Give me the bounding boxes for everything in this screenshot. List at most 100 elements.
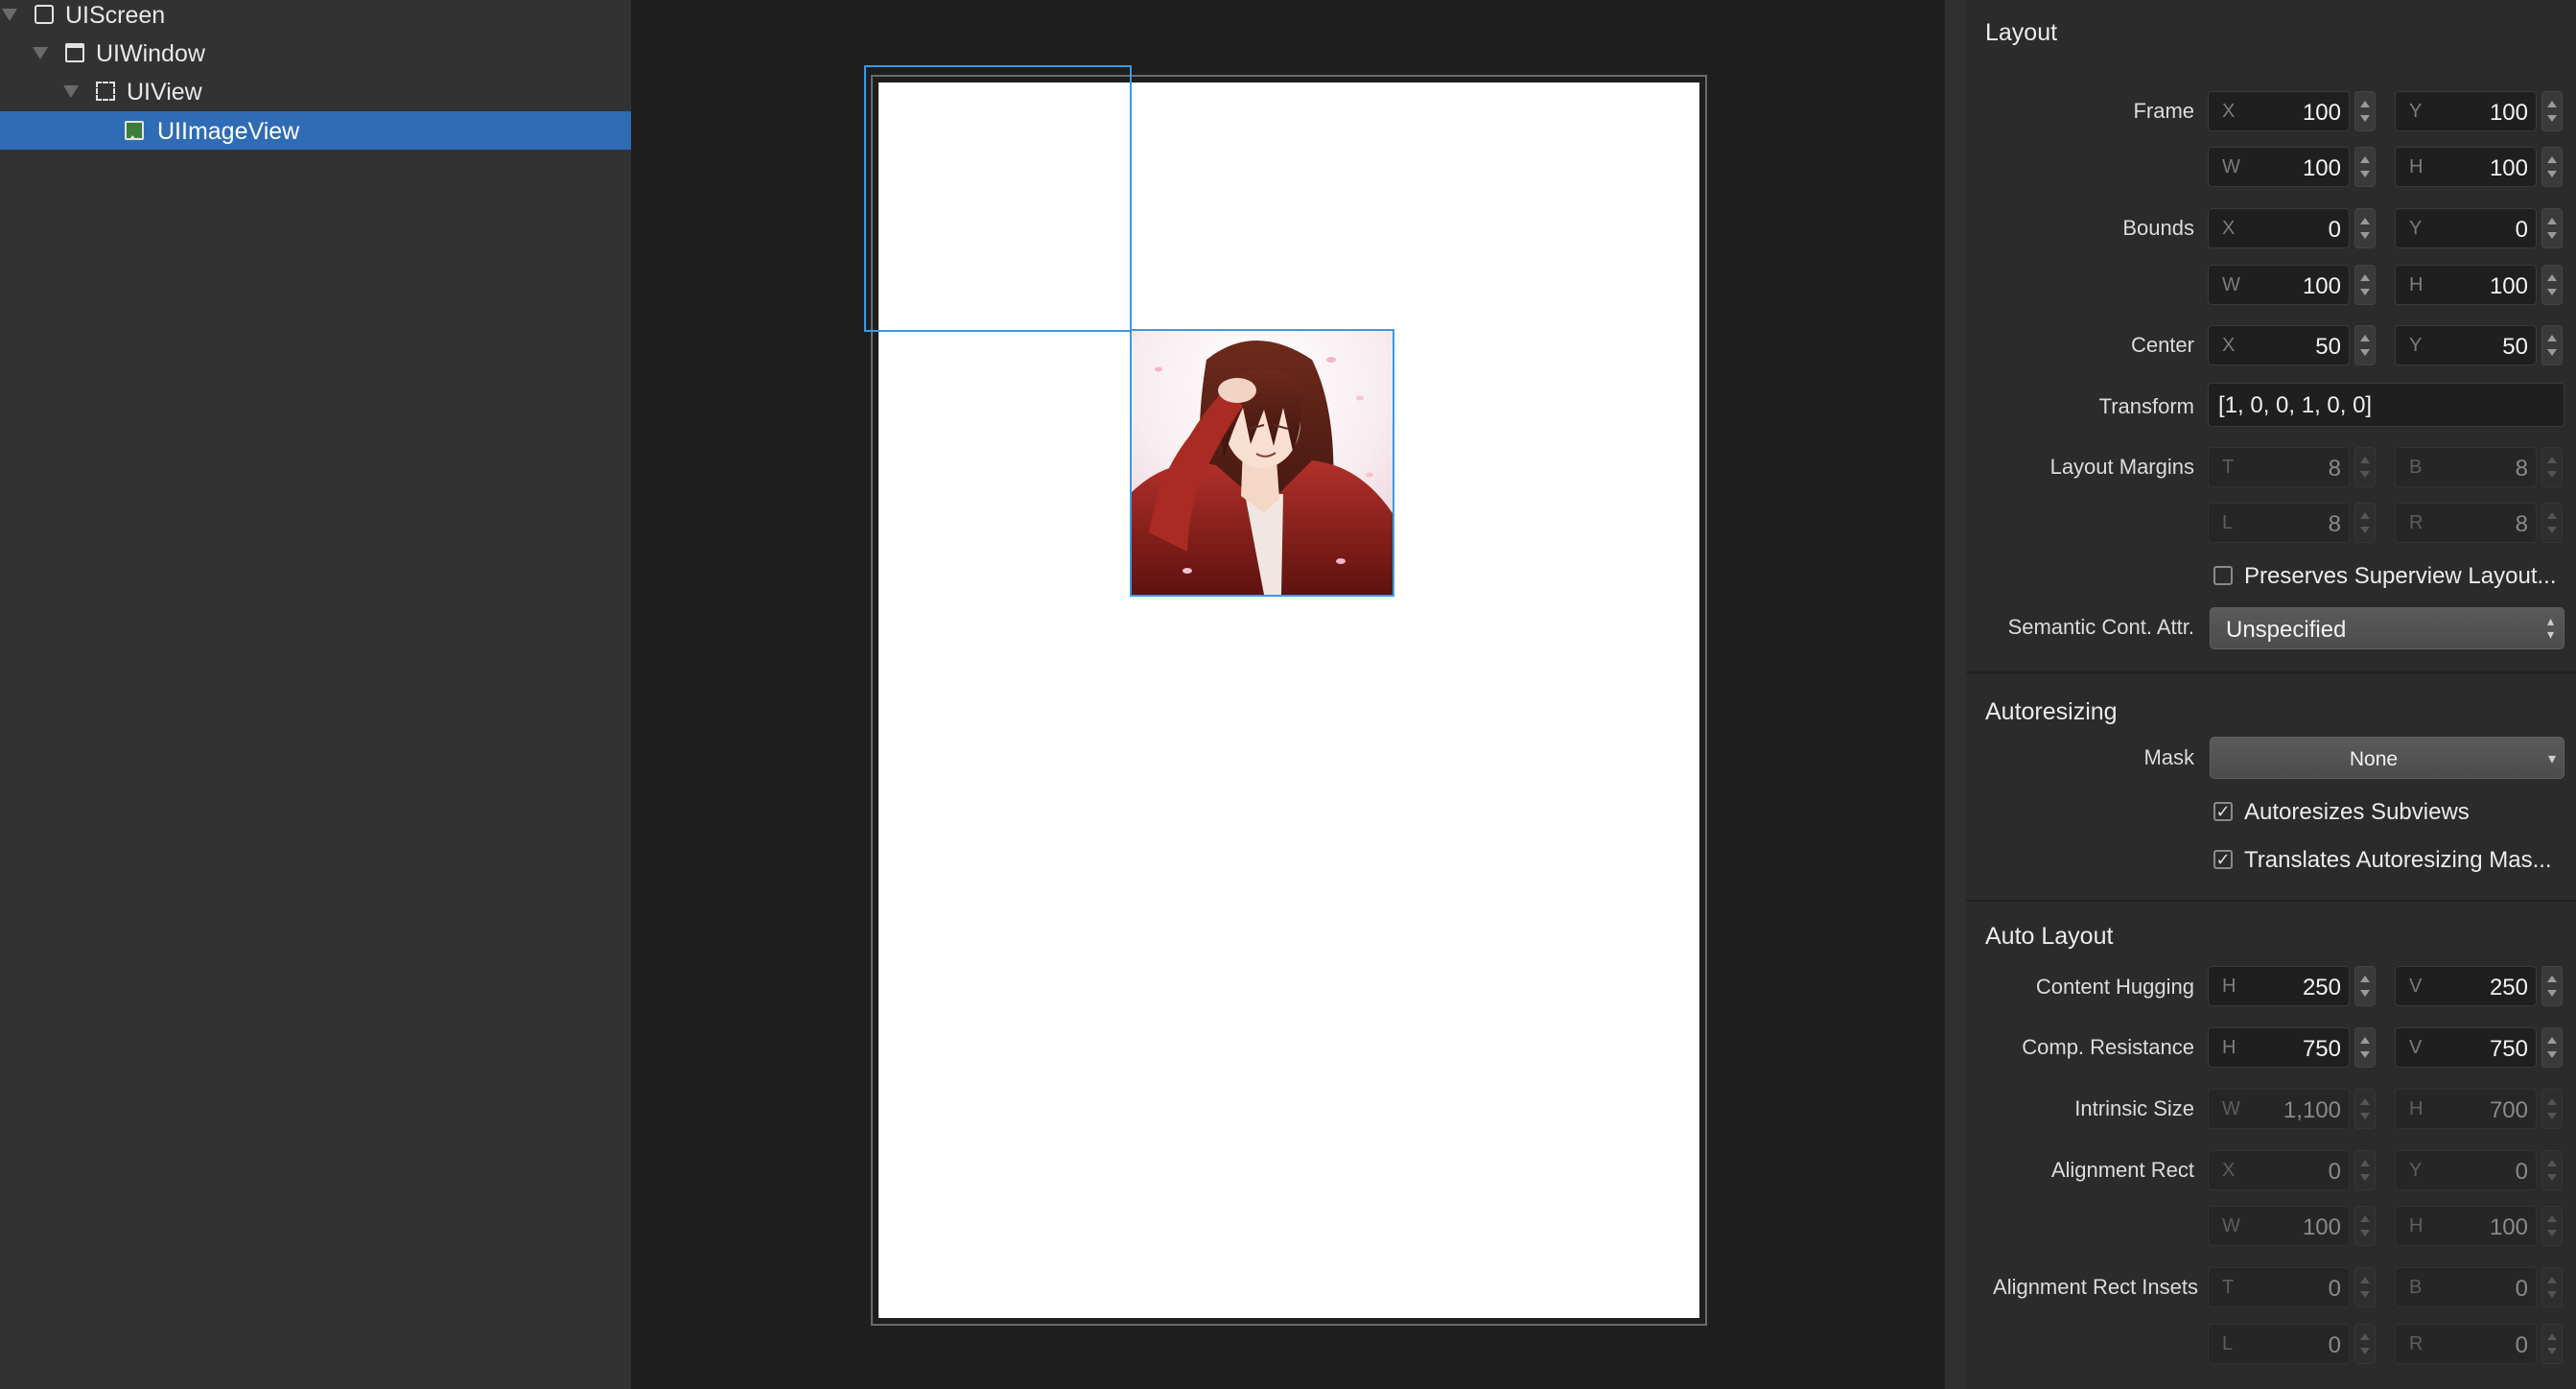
- center-label: Center: [2130, 333, 2194, 357]
- bounds-h-field[interactable]: H 100: [2395, 265, 2537, 305]
- inset-right-field: R0: [2395, 1324, 2537, 1364]
- autoresizes-subviews-checkbox[interactable]: ✓: [2213, 802, 2233, 821]
- mask-popup[interactable]: None ▾: [2210, 737, 2564, 779]
- image-view-icon: [125, 121, 144, 140]
- field-value: 50: [2502, 334, 2528, 360]
- field-value: 250: [2489, 975, 2528, 1001]
- image-view-outline[interactable]: [1130, 329, 1394, 597]
- field-tag: X: [2222, 218, 2236, 239]
- autoresizes-subviews-label: Autoresizes Subviews: [2244, 799, 2470, 825]
- disclosure-triangle-icon[interactable]: [2, 9, 17, 21]
- field-tag: H: [2409, 156, 2424, 177]
- resistance-v-field[interactable]: V 750: [2395, 1027, 2537, 1068]
- inset-bottom-field: B0: [2395, 1267, 2537, 1307]
- bounds-h-stepper[interactable]: [2541, 265, 2563, 305]
- field-value: 100: [2489, 273, 2528, 299]
- inset-left-stepper: [2354, 1324, 2376, 1364]
- field-value: 100: [2302, 273, 2341, 299]
- tree-item-uiimageview[interactable]: UIImageView: [0, 111, 631, 150]
- tree-item-label: UIImageView: [157, 118, 300, 145]
- semantic-content-value: Unspecified: [2226, 617, 2347, 643]
- frame-h-field[interactable]: H 100: [2395, 147, 2537, 187]
- field-value: 0: [2515, 1159, 2528, 1185]
- transform-field[interactable]: [1, 0, 0, 1, 0, 0]: [2208, 383, 2564, 427]
- bounds-x-stepper[interactable]: [2354, 208, 2376, 248]
- frame-x-field[interactable]: X 100: [2208, 91, 2350, 131]
- semantic-content-label: Semantic Cont. Attr.: [2007, 615, 2194, 639]
- tree-item-uiview[interactable]: UIView: [0, 72, 631, 110]
- intrinsic-h-stepper: [2541, 1089, 2563, 1129]
- hugging-h-stepper[interactable]: [2354, 966, 2376, 1006]
- alignment-rect-label: Alignment Rect: [2050, 1158, 2194, 1182]
- view-outline[interactable]: [864, 65, 1132, 332]
- alignment-x-field: X0: [2208, 1150, 2350, 1190]
- field-tag: W: [2222, 156, 2240, 177]
- resistance-h-stepper[interactable]: [2354, 1027, 2376, 1068]
- hugging-v-stepper[interactable]: [2541, 966, 2563, 1006]
- disclosure-triangle-icon[interactable]: [63, 85, 79, 98]
- design-canvas[interactable]: [631, 0, 1945, 1389]
- bounds-label: Bounds: [2122, 216, 2194, 240]
- section-divider: [1966, 671, 2576, 673]
- resistance-h-field[interactable]: H 750: [2208, 1027, 2350, 1068]
- frame-y-field[interactable]: Y 100: [2395, 91, 2537, 131]
- hugging-v-field[interactable]: V 250: [2395, 966, 2537, 1006]
- field-tag: Y: [2409, 335, 2423, 356]
- frame-y-stepper[interactable]: [2541, 91, 2563, 131]
- field-tag: T: [2222, 1277, 2235, 1298]
- field-tag: R: [2409, 512, 2424, 533]
- inset-top-stepper: [2354, 1267, 2376, 1307]
- section-divider: [1966, 900, 2576, 902]
- bounds-x-field[interactable]: X0: [2208, 208, 2350, 248]
- field-tag: V: [2409, 976, 2423, 997]
- intrinsic-w-field: W 1,100: [2208, 1089, 2350, 1129]
- field-value: 750: [2302, 1036, 2341, 1062]
- field-tag: X: [2222, 1160, 2236, 1181]
- field-value: 0: [2328, 1159, 2341, 1185]
- field-value: 8: [2328, 456, 2341, 482]
- frame-x-stepper[interactable]: [2354, 91, 2376, 131]
- field-tag: R: [2409, 1333, 2424, 1354]
- alignment-w-field: W 100: [2208, 1206, 2350, 1246]
- field-value: 0: [2515, 1276, 2528, 1302]
- center-y-stepper[interactable]: [2541, 325, 2563, 365]
- center-x-stepper[interactable]: [2354, 325, 2376, 365]
- margin-left-field: L8: [2208, 503, 2350, 543]
- translates-autoresizing-checkbox[interactable]: ✓: [2213, 850, 2233, 869]
- hugging-h-field[interactable]: H 250: [2208, 966, 2350, 1006]
- field-tag: X: [2222, 335, 2236, 356]
- center-y-field[interactable]: Y 50: [2395, 325, 2537, 365]
- tree-item-uiwindow[interactable]: UIWindow: [0, 34, 631, 72]
- section-title-layout: Layout: [1985, 19, 2058, 46]
- field-value: 0: [2328, 1332, 2341, 1358]
- disclosure-triangle-icon[interactable]: [33, 47, 48, 59]
- frame-w-field[interactable]: W 100: [2208, 147, 2350, 187]
- frame-h-stepper[interactable]: [2541, 147, 2563, 187]
- field-value: 0: [2515, 217, 2528, 243]
- mask-value: None: [2349, 748, 2399, 770]
- bounds-w-field[interactable]: W 100: [2208, 265, 2350, 305]
- layout-margins-label: Layout Margins: [2049, 455, 2194, 479]
- bounds-y-stepper[interactable]: [2541, 208, 2563, 248]
- alignment-y-stepper: [2541, 1150, 2563, 1190]
- field-value: 8: [2515, 456, 2528, 482]
- resistance-v-stepper[interactable]: [2541, 1027, 2563, 1068]
- field-tag: B: [2409, 457, 2423, 478]
- center-x-field[interactable]: X 50: [2208, 325, 2350, 365]
- inset-left-field: L0: [2208, 1324, 2350, 1364]
- frame-w-stepper[interactable]: [2354, 147, 2376, 187]
- bounds-w-stepper[interactable]: [2354, 265, 2376, 305]
- tree-item-uiscreen[interactable]: UIScreen: [0, 0, 631, 34]
- preserves-superview-checkbox[interactable]: [2213, 566, 2233, 585]
- transform-label: Transform: [2098, 394, 2194, 418]
- tree-item-label: UIScreen: [65, 2, 166, 29]
- field-value: 100: [2302, 1214, 2341, 1240]
- section-title-autoresizing: Autoresizing: [1985, 698, 2118, 725]
- bounds-y-field[interactable]: Y0: [2395, 208, 2537, 248]
- view-icon: [96, 82, 115, 101]
- semantic-content-popup[interactable]: Unspecified ▴ ▾: [2210, 607, 2564, 649]
- tree-item-label: UIWindow: [96, 40, 205, 67]
- field-tag: H: [2222, 1037, 2236, 1058]
- intrinsic-h-field: H 700: [2395, 1089, 2537, 1129]
- field-value: 100: [2489, 155, 2528, 181]
